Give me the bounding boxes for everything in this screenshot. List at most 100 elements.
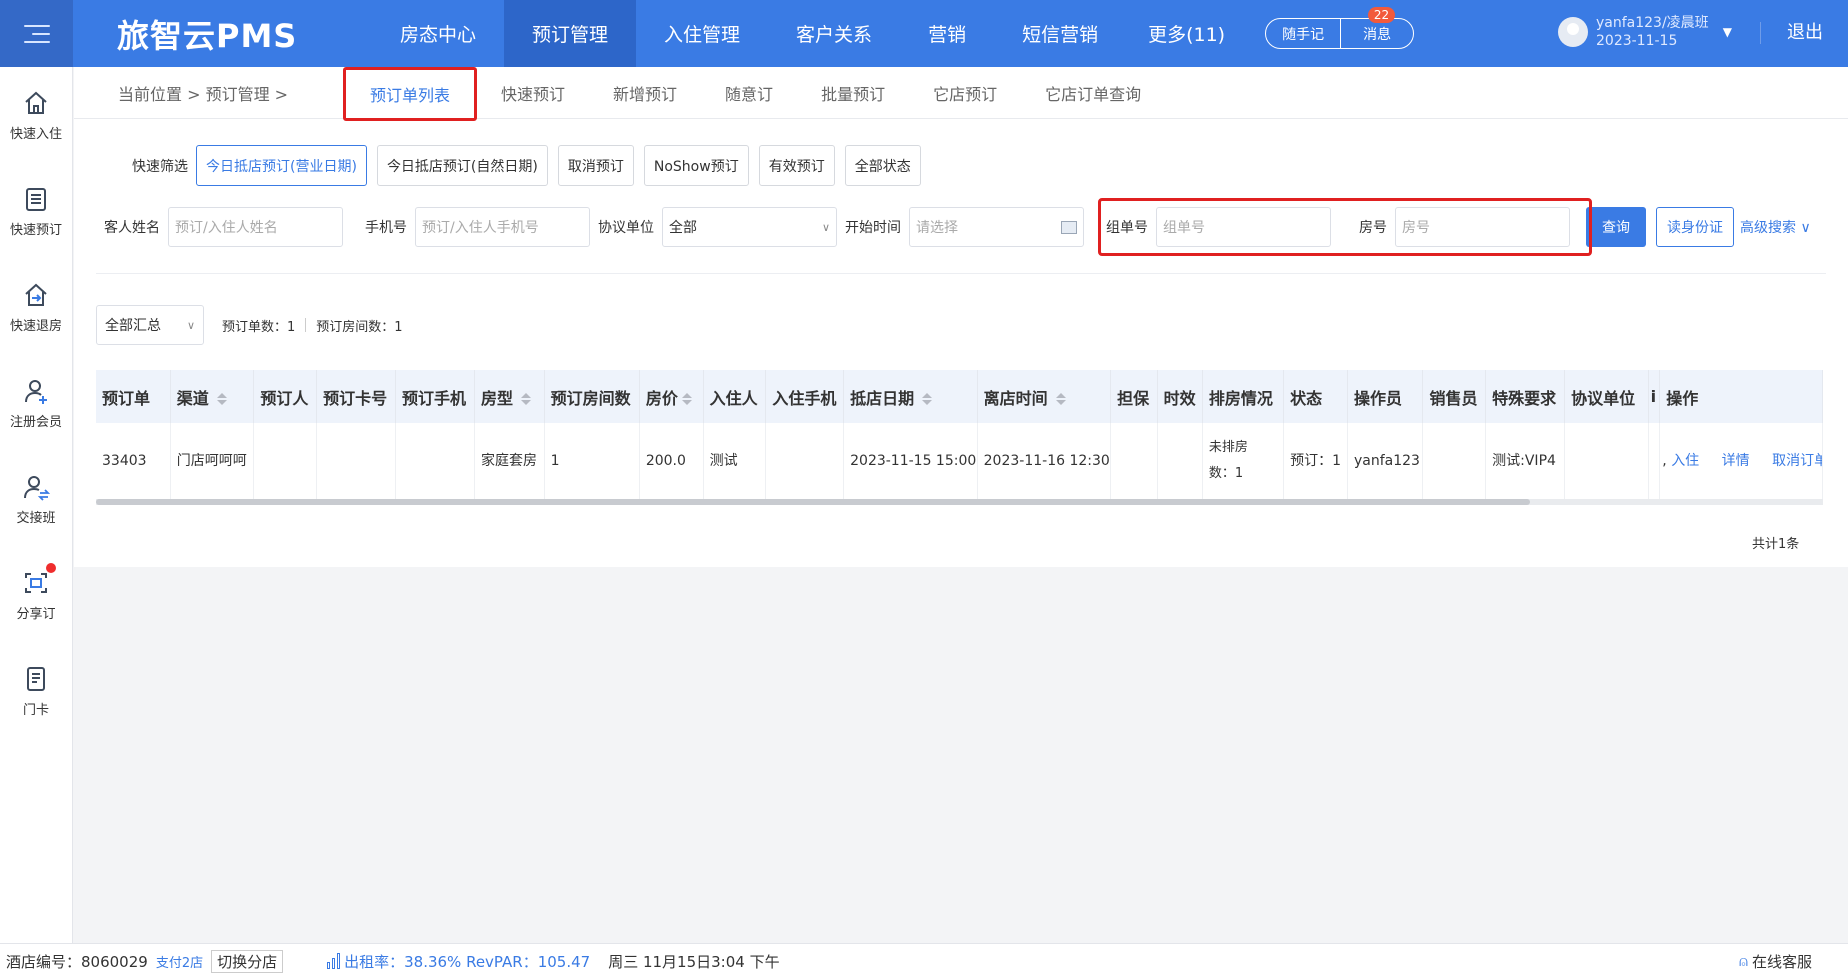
sidebar-item-label: 快速退房 (9, 318, 62, 334)
query-button[interactable]: 查询 (1586, 207, 1646, 247)
logout-button[interactable]: 退出 (1760, 22, 1823, 44)
user-menu[interactable]: yanfa123/凌晨班 2023-11-15 ▼ (1558, 14, 1732, 50)
agreement-select[interactable]: 全部 ∨ (662, 207, 837, 247)
chevron-down-icon: ∨ (821, 220, 830, 234)
sidebar-item-door-card[interactable]: 门卡 (0, 643, 72, 739)
notes-button[interactable]: 随手记 (1266, 19, 1340, 48)
cell-sales (1422, 423, 1487, 499)
cell-guest-phone (765, 423, 845, 499)
tab-batch-booking[interactable]: 批量预订 (797, 67, 909, 119)
chevron-down-icon: ∨ (1800, 220, 1811, 236)
home-icon (25, 91, 47, 114)
divider (96, 273, 1826, 274)
tab-new-booking[interactable]: 新增预订 (589, 67, 701, 119)
filter-today-natural-date-button[interactable]: 今日抵店预订(自然日期) (376, 145, 548, 186)
filter-valid-button[interactable]: 有效预订 (758, 145, 835, 186)
cell-price: 200.0 (639, 423, 704, 499)
col-price[interactable]: 房价 (639, 370, 704, 423)
cell-phone (395, 423, 475, 499)
online-support-link[interactable]: 在线客服 (1752, 951, 1812, 972)
sidebar-item-quick-booking[interactable]: 快速预订 (0, 163, 72, 259)
horizontal-scrollbar[interactable] (96, 499, 1823, 505)
nav-sms-marketing[interactable]: 短信营销 (994, 0, 1126, 67)
table-header-row: 预订单 渠道 预订人 预订卡号 预订手机 房型 预订房间数 房价 入住人 入住手… (96, 370, 1823, 423)
switch-store-button[interactable]: 切换分店 (211, 949, 284, 973)
sort-icon (922, 393, 933, 405)
quick-filter-label: 快速筛选 (132, 158, 188, 175)
pay-stores-link[interactable]: 支付2店 (156, 952, 203, 971)
filter-noshow-button[interactable]: NoShow预订 (643, 145, 749, 186)
col-phone: 预订手机 (395, 370, 475, 423)
scrollbar-thumb[interactable] (96, 499, 1530, 505)
messages-button[interactable]: 消息 (1340, 19, 1413, 48)
room-count: 预订房间数：1 (316, 319, 403, 335)
col-room-type[interactable]: 房型 (474, 370, 545, 423)
nav-booking-management[interactable]: 预订管理 (504, 0, 637, 67)
sidebar-item-label: 快速入住 (9, 126, 62, 142)
nav-checkin-management[interactable]: 入住管理 (636, 0, 768, 67)
booking-list-icon (26, 187, 46, 211)
notification-dot (46, 563, 56, 573)
tab-quick-booking[interactable]: 快速预订 (477, 67, 589, 119)
sidebar-item-share-booking[interactable]: 分享订 (0, 547, 72, 643)
sort-icon (681, 393, 692, 405)
phone-input[interactable]: 预订/入住人手机号 (415, 207, 590, 247)
cell-guest: 测试 (703, 423, 767, 499)
col-booker: 预订人 (253, 370, 318, 423)
cell-validity (1157, 423, 1203, 499)
sidebar-item-quick-checkout[interactable]: 快速退房 (0, 259, 72, 355)
checkout-icon (25, 283, 47, 306)
tab-casual-booking[interactable]: 随意订 (701, 67, 797, 119)
detail-link[interactable]: 详情 (1722, 453, 1750, 469)
add-member-icon (25, 379, 47, 404)
tab-booking-list[interactable]: 预订单列表 (343, 67, 478, 121)
col-channel[interactable]: 渠道 (170, 370, 255, 423)
status-bar: 酒店编号：8060029 支付2店 切换分店 出租率：38.36% RevPAR… (0, 943, 1848, 978)
nav-marketing[interactable]: 营销 (900, 0, 994, 67)
order-count: 预订单数：1 (222, 319, 296, 335)
sidebar-item-register-member[interactable]: 注册会员 (0, 355, 72, 451)
cell-room-count: 1 (544, 423, 640, 499)
col-card: 预订卡号 (316, 370, 397, 423)
calendar-icon (1061, 220, 1077, 234)
nav-more[interactable]: 更多(11) (1126, 0, 1249, 67)
user-name: yanfa123/凌晨班 (1596, 15, 1709, 31)
summary-select[interactable]: 全部汇总 ∨ (96, 305, 204, 345)
tab-other-store-booking[interactable]: 它店预订 (909, 67, 1021, 119)
menu-icon (23, 24, 50, 43)
cell-booker (253, 423, 318, 499)
col-arrangement: 排房情况 (1202, 370, 1285, 423)
checkin-link[interactable]: 入住 (1671, 453, 1699, 469)
col-arrival[interactable]: 抵店日期 (843, 370, 978, 423)
cancel-order-link[interactable]: 取消订单 (1772, 453, 1821, 469)
filter-all-status-button[interactable]: 全部状态 (844, 145, 921, 186)
tab-other-store-query[interactable]: 它店订单查询 (1021, 67, 1165, 119)
col-special: 特殊要求 (1485, 370, 1566, 423)
filter-cancelled-button[interactable]: 取消预订 (557, 145, 634, 186)
read-id-card-button[interactable]: 读身份证 (1656, 207, 1734, 247)
start-time-placeholder: 请选择 (916, 220, 958, 236)
col-guest-phone: 入住手机 (765, 370, 845, 423)
avatar (1558, 17, 1588, 47)
start-time-input[interactable]: 请选择 (909, 207, 1084, 247)
bar-chart-icon (327, 953, 341, 969)
sort-icon (520, 393, 531, 405)
nav-room-status[interactable]: 房态中心 (372, 0, 504, 67)
chevron-down-icon: ∨ (186, 318, 195, 332)
sidebar-item-shift-handover[interactable]: 交接班 (0, 451, 72, 547)
sidebar-item-label: 分享订 (16, 606, 56, 622)
filter-today-business-date-button[interactable]: 今日抵店预订(营业日期) (196, 145, 367, 186)
advanced-search-link[interactable]: 高级搜索 ∨ (1740, 217, 1811, 237)
agreement-label: 协议单位 (598, 220, 654, 236)
menu-toggle-button[interactable] (0, 0, 73, 67)
sidebar-item-quick-checkin[interactable]: 快速入住 (0, 67, 72, 163)
summary-select-value: 全部汇总 (105, 318, 161, 334)
nav-customer-relations[interactable]: 客户关系 (768, 0, 900, 67)
col-agreement: 协议单位 (1564, 370, 1649, 423)
col-departure[interactable]: 离店时间 (977, 370, 1112, 423)
guest-name-input[interactable]: 预订/入住人姓名 (168, 207, 343, 247)
tab-bar: 预订单列表 快速预订 新增预订 随意订 批量预订 它店预订 它店订单查询 (343, 67, 1165, 121)
cell-agreement (1564, 423, 1649, 499)
sidebar-item-label: 交接班 (16, 510, 56, 526)
cell-order: 33403 (96, 423, 171, 499)
